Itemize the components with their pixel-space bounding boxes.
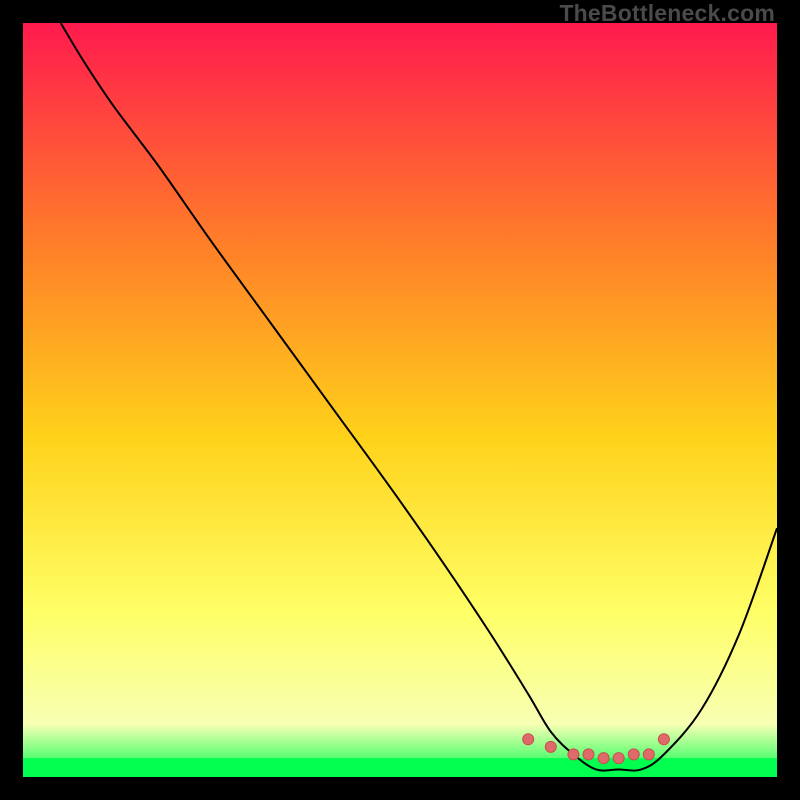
marker-dot [643, 749, 654, 760]
marker-dot [583, 749, 594, 760]
marker-dot [568, 749, 579, 760]
plot-area [23, 23, 777, 777]
marker-dot [545, 741, 556, 752]
marker-dot [628, 749, 639, 760]
green-band [23, 758, 777, 777]
marker-dot [523, 734, 534, 745]
chart-frame: TheBottleneck.com [0, 0, 800, 800]
marker-dot [598, 753, 609, 764]
marker-dot [658, 734, 669, 745]
bottleneck-chart [23, 23, 777, 777]
marker-dot [613, 753, 624, 764]
